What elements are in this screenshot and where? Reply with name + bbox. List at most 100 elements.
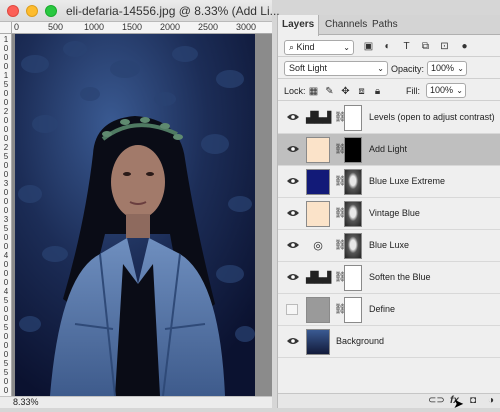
ruler-digit: 4 xyxy=(3,287,9,296)
ruler-digit: 5 xyxy=(3,80,9,89)
layer-row[interactable]: ⛓ Add Light xyxy=(278,134,500,166)
ruler-label: 500 xyxy=(48,22,64,32)
fill-field[interactable]: 100% ⌄ xyxy=(426,83,466,98)
cursor-icon: ➤ xyxy=(453,396,464,411)
blend-row: Soft Light ⌄ Opacity: 100% ⌄ xyxy=(278,59,500,79)
ruler-digit: 0 xyxy=(3,134,9,143)
shape-filter-icon[interactable]: ⧉ xyxy=(419,41,432,53)
ruler-digit: 5 xyxy=(3,323,9,332)
vertical-ruler[interactable]: 1000150020002500300035004000450050005500 xyxy=(0,34,12,396)
layer-name[interactable]: Background xyxy=(336,336,384,346)
ruler-origin[interactable] xyxy=(0,22,12,34)
adjustment-icon[interactable]: ◑ xyxy=(488,395,494,406)
lock-all-icon[interactable]: 🔒︎ xyxy=(372,86,383,97)
filter-kind-select[interactable]: ⌕ Kind ⌄ xyxy=(284,40,354,55)
ruler-digit: 2 xyxy=(3,107,9,116)
layer-row[interactable]: ▟▙▟ ⛓ Soften the Blue xyxy=(278,262,500,294)
layer-row[interactable]: ▟▙▟ ⛓ Levels (open to adjust contrast) xyxy=(278,102,500,134)
fill-label: Fill: xyxy=(406,86,420,96)
type-filter-icon[interactable]: T xyxy=(400,41,413,53)
ruler-digit: 0 xyxy=(3,161,9,170)
ruler-digit: 0 xyxy=(3,197,9,206)
layer-thumbnail[interactable] xyxy=(306,329,330,355)
layer-mask-thumbnail[interactable] xyxy=(344,233,362,259)
horizontal-ruler[interactable]: 0 500 1000 1500 2000 2500 3000 xyxy=(12,22,272,34)
layer-name[interactable]: Blue Luxe Extreme xyxy=(369,176,445,186)
ruler-label: 2000 xyxy=(160,22,181,32)
maximize-button[interactable] xyxy=(45,5,57,17)
layers-panel: Layers Channels Paths ⌕ Kind ⌄ ▣ ◐ T ⧉ ⊡… xyxy=(277,15,500,411)
layer-row[interactable]: Background xyxy=(278,326,500,358)
ruler-digit: 5 xyxy=(3,296,9,305)
eye-icon[interactable] xyxy=(287,177,299,185)
ruler-digit: 0 xyxy=(3,44,9,53)
layer-mask-thumbnail[interactable] xyxy=(344,137,362,163)
eye-icon[interactable] xyxy=(287,241,299,249)
layers-list: ▟▙▟ ⛓ Levels (open to adjust contrast) ⛓ Add… xyxy=(278,102,500,358)
layer-row[interactable]: ⛓ Define xyxy=(278,294,500,326)
ruler-digit: 0 xyxy=(3,89,9,98)
tab-channels[interactable]: Channels xyxy=(321,15,371,35)
eye-icon[interactable] xyxy=(287,337,299,345)
portrait-image xyxy=(15,34,255,396)
levels-icon[interactable]: ▟▙▟ xyxy=(306,272,331,284)
pixel-filter-icon[interactable]: ▣ xyxy=(362,41,375,53)
tab-layers[interactable]: Layers xyxy=(278,15,320,36)
chevron-down-icon: ⌄ xyxy=(456,86,463,95)
link-icon[interactable]: ⊂⊃ xyxy=(428,395,445,406)
layer-name[interactable]: Add Light xyxy=(369,144,407,154)
layer-mask-thumbnail[interactable] xyxy=(344,297,362,323)
layer-name[interactable]: Vintage Blue xyxy=(369,208,420,218)
eye-icon[interactable] xyxy=(287,145,299,153)
layer-name[interactable]: Define xyxy=(369,304,395,314)
mask-icon[interactable]: ◘ xyxy=(470,395,476,406)
ruler-digit: 3 xyxy=(3,215,9,224)
ruler-digit: 0 xyxy=(3,377,9,386)
layer-mask-thumbnail[interactable] xyxy=(344,201,362,227)
eye-icon[interactable] xyxy=(287,113,299,121)
filter-toggle-icon[interactable]: ● xyxy=(458,41,471,53)
layer-name[interactable]: Soften the Blue xyxy=(369,272,431,282)
ruler-label: 1000 xyxy=(84,22,105,32)
photo-canvas[interactable] xyxy=(15,34,255,396)
adjustment-filter-icon[interactable]: ◐ xyxy=(381,41,394,53)
close-button[interactable] xyxy=(7,5,19,17)
filter-kind-label: Kind xyxy=(296,42,315,52)
visibility-toggle[interactable] xyxy=(286,304,298,315)
tab-paths[interactable]: Paths xyxy=(368,15,402,35)
ruler-digit: 0 xyxy=(3,62,9,71)
layer-name[interactable]: Blue Luxe xyxy=(369,240,409,250)
layer-thumbnail[interactable] xyxy=(306,169,330,195)
document-titlebar: eli-defaria-14556.jpg @ 8.33% (Add Li... xyxy=(0,0,280,22)
eye-icon[interactable] xyxy=(287,209,299,217)
layer-mask-thumbnail[interactable] xyxy=(344,169,362,195)
lock-brush-icon[interactable]: ✎ xyxy=(324,86,335,97)
eye-icon[interactable] xyxy=(287,273,299,281)
ruler-digit: 0 xyxy=(3,269,9,278)
layer-thumbnail[interactable] xyxy=(306,201,330,227)
minimize-button[interactable] xyxy=(26,5,38,17)
layer-mask-thumbnail[interactable] xyxy=(344,105,362,131)
zoom-level[interactable]: 8.33% xyxy=(13,397,39,407)
layer-thumbnail[interactable] xyxy=(306,297,330,323)
layer-thumbnail[interactable] xyxy=(306,137,330,163)
opacity-field[interactable]: 100% ⌄ xyxy=(427,61,467,76)
ruler-digit: 0 xyxy=(3,305,9,314)
lock-transparency-icon[interactable]: ▦ xyxy=(308,86,319,97)
ruler-label: 2500 xyxy=(198,22,219,32)
ruler-digit: 5 xyxy=(3,224,9,233)
layer-row[interactable]: ⛓ Vintage Blue xyxy=(278,198,500,230)
blend-mode-select[interactable]: Soft Light ⌄ xyxy=(284,61,388,76)
chevron-down-icon: ⌄ xyxy=(377,64,384,73)
layer-name[interactable]: Levels (open to adjust contrast) xyxy=(369,112,495,122)
lock-label: Lock: xyxy=(284,86,306,96)
smart-object-filter-icon[interactable]: ⊡ xyxy=(438,41,451,53)
lock-artboard-icon[interactable]: ⧈ xyxy=(356,86,367,97)
layer-row[interactable]: ⛓ Blue Luxe Extreme xyxy=(278,166,500,198)
layer-mask-thumbnail[interactable] xyxy=(344,265,362,291)
levels-icon[interactable]: ▟▙▟ xyxy=(306,112,331,124)
lock-position-icon[interactable]: ✥ xyxy=(340,86,351,97)
camera-icon[interactable]: ◎ xyxy=(306,240,330,252)
layer-row[interactable]: ◎ ⛓ Blue Luxe xyxy=(278,230,500,262)
ruler-digit: 4 xyxy=(3,251,9,260)
